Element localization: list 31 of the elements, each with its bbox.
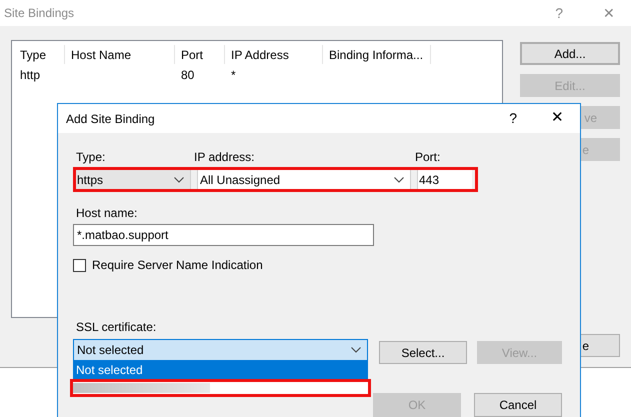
dropdown-option[interactable]: Not selected [73,361,368,379]
dialog-title: Add Site Binding [66,110,155,128]
chevron-down-icon [351,347,361,353]
table-cell-text: 80 [181,67,194,84]
port-label: Port: [415,149,440,166]
checkbox[interactable] [73,258,86,272]
column-header[interactable]: Type [14,45,65,64]
table-cell-text: http [20,67,40,84]
column-header[interactable]: Binding Informa... [323,45,431,64]
window-title: Site Bindings [4,5,74,22]
side-button[interactable]: Add... [520,42,620,65]
help-button[interactable]: ? [509,108,517,129]
footer-button[interactable]: Cancel [474,393,562,417]
chevron-down-icon [174,176,184,182]
dialog-button[interactable]: Select... [379,341,467,364]
type-dropdown[interactable]: https [76,170,190,189]
table-cell-text: * [231,67,236,84]
close-button[interactable]: ✕ [551,107,564,130]
host-name-field[interactable]: *.matbao.support [73,224,374,246]
port-field[interactable]: 443 [418,170,472,189]
column-header[interactable]: Host Name [65,45,175,64]
ssl-certificate-label: SSL certificate: [75,319,158,336]
column-header[interactable]: IP Address [225,45,323,64]
ip-dropdown[interactable]: All Unassigned [198,170,410,189]
column-header[interactable]: Port [175,45,225,64]
sni-label: Require Server Name Indication [92,257,263,274]
ip-label: IP address: [194,149,256,166]
ssl-certificate-dropdown[interactable]: Not selected [73,339,368,361]
host-name-label: Host name: [75,205,138,222]
chevron-down-icon [394,176,404,182]
type-label: Type: [75,149,106,166]
